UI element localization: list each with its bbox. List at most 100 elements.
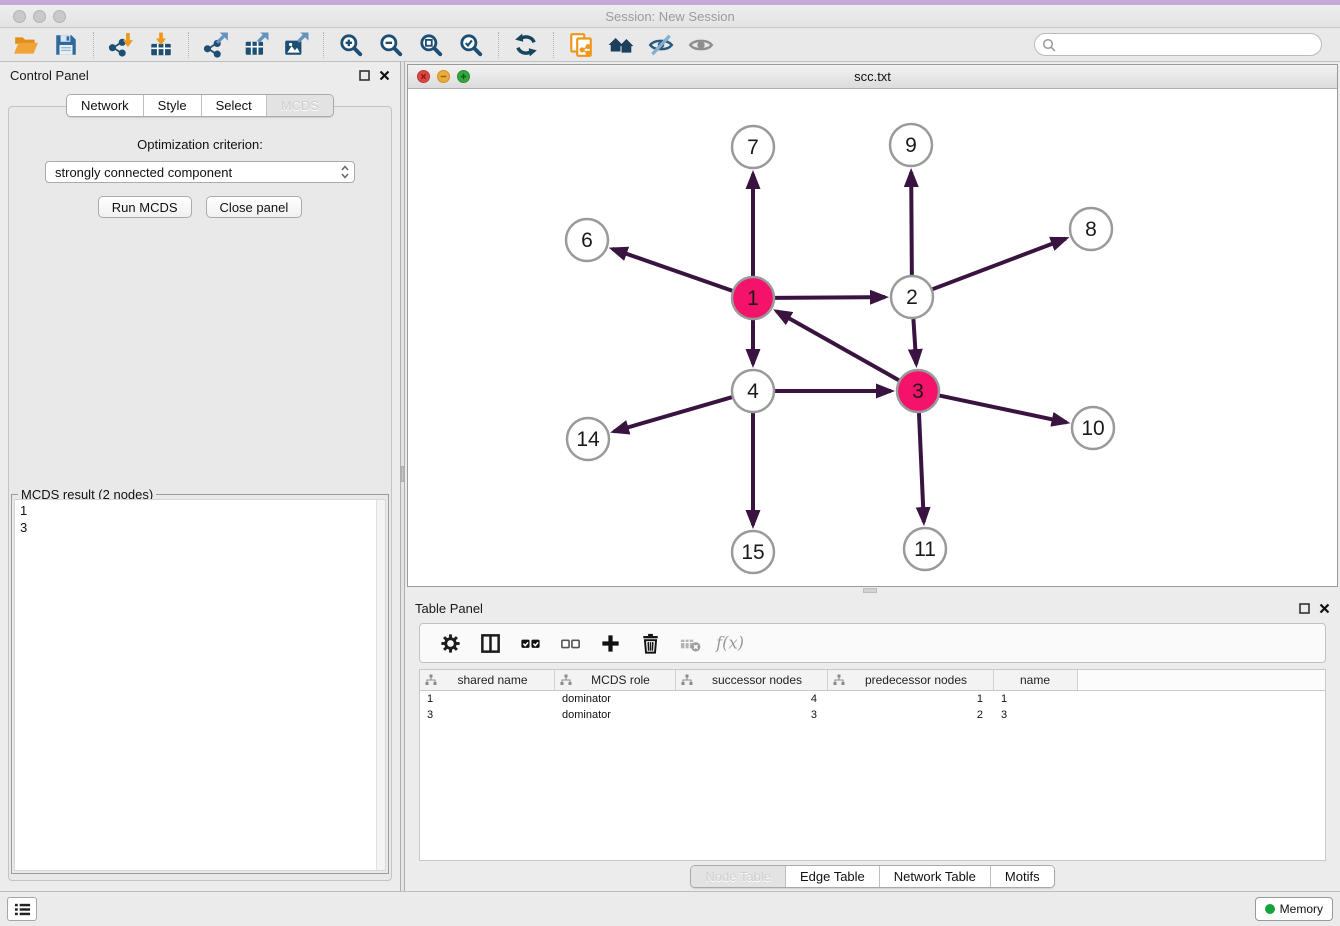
table-panel: Table Panel [405, 595, 1340, 891]
table-panel-header: Table Panel [405, 595, 1340, 621]
status-bar: Memory [0, 891, 1340, 926]
app-window: Session: New Session [0, 0, 1340, 926]
delete-column-icon[interactable] [633, 627, 667, 659]
graph-edge-2-9[interactable] [911, 172, 912, 275]
select-all-icon[interactable] [513, 627, 547, 659]
horizontal-splitter[interactable] [405, 587, 1340, 595]
table-header-row: shared name MCDS role successor nodes pr… [420, 670, 1325, 691]
toolbar-separator [323, 32, 324, 58]
memory-button[interactable]: Memory [1255, 897, 1333, 921]
tab-mcds[interactable]: MCDS [266, 95, 333, 116]
graph-edge-4-14[interactable] [614, 397, 732, 431]
tab-network-table[interactable]: Network Table [879, 866, 990, 887]
graph-node-label-7: 7 [747, 136, 759, 159]
graph-edge-3-1[interactable] [777, 311, 899, 380]
run-mcds-button[interactable]: Run MCDS [98, 196, 192, 218]
tab-motifs[interactable]: Motifs [990, 866, 1054, 887]
graph-edge-3-11[interactable] [919, 413, 924, 522]
unselect-all-icon[interactable] [553, 627, 587, 659]
float-panel-icon[interactable] [359, 70, 370, 81]
column-header-shared-name[interactable]: shared name [420, 670, 555, 690]
float-panel-icon[interactable] [1299, 603, 1310, 614]
hide-selected-icon[interactable] [645, 30, 677, 60]
column-header-predecessor-nodes[interactable]: predecessor nodes [828, 670, 994, 690]
search-input[interactable] [1060, 36, 1321, 54]
search-icon [1042, 38, 1056, 52]
control-panel-header: Control Panel [0, 62, 400, 88]
search-field[interactable] [1034, 33, 1322, 56]
network-canvas[interactable]: 7968124314101511 [408, 89, 1337, 586]
tab-node-table[interactable]: Node Table [691, 866, 785, 887]
first-neighbors-icon[interactable] [605, 30, 637, 60]
tab-style[interactable]: Style [143, 95, 201, 116]
graph-node-label-10: 10 [1081, 417, 1104, 440]
memory-label: Memory [1280, 902, 1323, 916]
graph-node-label-2: 2 [906, 286, 918, 309]
zoom-out-icon[interactable] [375, 30, 407, 60]
list-icon [14, 901, 31, 918]
graph-edge-2-8[interactable] [933, 239, 1066, 290]
close-panel-button[interactable]: Close panel [206, 196, 303, 218]
control-panel-title: Control Panel [10, 68, 89, 83]
graph-node-label-9: 9 [905, 134, 917, 157]
table-tabs: Node Table Edge Table Network Table Moti… [405, 861, 1340, 891]
add-column-icon[interactable] [593, 627, 627, 659]
export-network-icon[interactable] [200, 30, 232, 60]
node-table: shared name MCDS role successor nodes pr… [419, 669, 1326, 861]
splitter-grip[interactable] [863, 588, 877, 593]
graph-node-label-14: 14 [576, 428, 600, 451]
graph-edge-2-3[interactable] [913, 319, 916, 364]
splitter-grip[interactable] [401, 466, 404, 482]
hierarchy-icon [681, 674, 693, 686]
frame-close-icon[interactable] [417, 70, 430, 83]
task-history-button[interactable] [7, 897, 37, 921]
save-session-icon[interactable] [50, 30, 82, 60]
open-session-icon[interactable] [10, 30, 42, 60]
graph-edge-1-2[interactable] [775, 297, 885, 298]
control-panel-tabs: Network Style Select MCDS [0, 94, 400, 117]
frame-maximize-icon[interactable] [457, 70, 470, 83]
control-panel: Control Panel Network Style Select MCDS … [0, 62, 400, 891]
main-toolbar [0, 28, 1340, 62]
result-scrollbar[interactable] [376, 500, 385, 870]
settings-gear-icon[interactable] [433, 627, 467, 659]
graph-edge-3-10[interactable] [940, 396, 1067, 423]
column-header-successor-nodes[interactable]: successor nodes [676, 670, 828, 690]
import-network-icon[interactable] [105, 30, 137, 60]
criterion-select[interactable]: strongly connected component [45, 161, 355, 183]
toolbar-separator [93, 32, 94, 58]
close-panel-icon[interactable] [1319, 603, 1330, 614]
tab-select[interactable]: Select [201, 95, 266, 116]
import-table-icon[interactable] [145, 30, 177, 60]
export-table-icon[interactable] [240, 30, 272, 60]
show-all-icon[interactable] [685, 30, 717, 60]
zoom-fit-icon[interactable] [415, 30, 447, 60]
optimization-criterion-label: Optimization criterion: [9, 137, 391, 152]
vertical-splitter[interactable] [400, 62, 405, 891]
close-panel-icon[interactable] [379, 70, 390, 81]
apply-preferred-layout-icon[interactable] [510, 30, 542, 60]
toolbar-separator [188, 32, 189, 58]
table-toolbar: f(x) [419, 623, 1326, 663]
column-header-mcds-role[interactable]: MCDS role [555, 670, 676, 690]
window-titlebar: Session: New Session [0, 5, 1340, 28]
table-header-filler [1078, 670, 1325, 690]
table-row[interactable]: 1 dominator 4 1 1 [420, 691, 1325, 707]
graph-edge-1-6[interactable] [612, 249, 732, 291]
toggle-panel-icon[interactable] [473, 627, 507, 659]
export-image-icon[interactable] [280, 30, 312, 60]
new-network-from-selection-icon[interactable] [565, 30, 597, 60]
column-header-name[interactable]: name [994, 670, 1078, 690]
table-row[interactable]: 3 dominator 3 2 3 [420, 707, 1325, 723]
graph-node-label-15: 15 [741, 541, 764, 564]
frame-minimize-icon[interactable] [437, 70, 450, 83]
delete-table-icon [673, 627, 707, 659]
zoom-selected-icon[interactable] [455, 30, 487, 60]
mcds-result-text[interactable]: 13 [15, 500, 376, 870]
graph-node-label-11: 11 [914, 538, 936, 561]
svg-text:f(x): f(x) [715, 633, 744, 652]
tab-network[interactable]: Network [67, 95, 143, 116]
tab-edge-table[interactable]: Edge Table [785, 866, 879, 887]
graph-node-label-1: 1 [747, 287, 759, 310]
zoom-in-icon[interactable] [335, 30, 367, 60]
